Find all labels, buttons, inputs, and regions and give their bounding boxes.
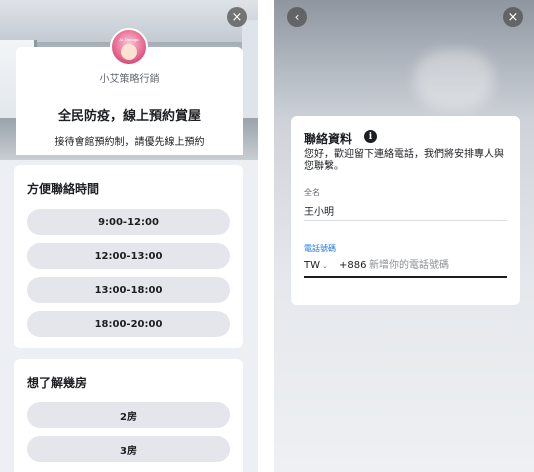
lead-form-contact-screen: ‹ × 聯絡資料 i 您好，歡迎留下連絡電話，我們將安排專人與您聯繫。 全名 王… <box>274 0 534 472</box>
question-title: 方便聯絡時間 <box>27 182 100 196</box>
form-description: 您好，歡迎留下連絡電話，我們將安排專人與您聯繫。 <box>304 149 504 172</box>
question-card-contact-time: 方便聯絡時間 9:00-12:00 12:00-13:00 13:00-18:0… <box>14 165 243 348</box>
phone-field-underline <box>304 276 507 278</box>
phone-field-label: 電話號碼 <box>304 244 336 253</box>
question-title: 想了解幾房 <box>27 376 88 390</box>
name-field[interactable]: 王小明 <box>304 203 334 218</box>
back-icon[interactable]: ‹ <box>287 7 307 27</box>
form-title: 聯絡資料 <box>304 132 353 146</box>
contact-form-card: 聯絡資料 i 您好，歡迎留下連絡電話，我們將安排專人與您聯繫。 全名 王小明 電… <box>291 116 520 305</box>
avatar-logo-text: Ai Design <box>119 37 139 42</box>
dial-code: +886 <box>339 260 367 271</box>
option-button[interactable]: 2房 <box>27 402 230 428</box>
country-code-select[interactable]: TW ⌄ <box>304 260 328 271</box>
question-card-rooms: 想了解幾房 2房 3房 <box>14 359 243 472</box>
option-button[interactable]: 9:00-12:00 <box>27 209 230 235</box>
lead-form-intro-screen: × 小艾策略行銷 全民防疫，線上預約賞屋 接待會館預約制，請優先線上預約 Ai … <box>0 0 258 472</box>
option-button[interactable]: 18:00-20:00 <box>27 311 230 337</box>
name-field-underline <box>304 220 507 221</box>
option-button[interactable]: 13:00-18:00 <box>27 277 230 303</box>
brand-name: 小艾策略行銷 <box>99 74 160 85</box>
option-button[interactable]: 12:00-13:00 <box>27 243 230 269</box>
chevron-down-icon: ⌄ <box>322 262 328 270</box>
page-subtitle: 接待會館預約制，請優先線上預約 <box>54 137 205 148</box>
option-button[interactable]: 3房 <box>27 436 230 462</box>
country-code: TW <box>304 260 320 271</box>
phone-number-input[interactable] <box>369 257 504 273</box>
name-field-label: 全名 <box>304 188 320 197</box>
brand-avatar: Ai Design <box>110 28 148 66</box>
info-icon[interactable]: i <box>364 130 377 143</box>
close-icon[interactable]: × <box>227 7 247 27</box>
close-icon[interactable]: × <box>503 7 523 27</box>
page-title: 全民防疫，線上預約賞屋 <box>57 109 201 124</box>
